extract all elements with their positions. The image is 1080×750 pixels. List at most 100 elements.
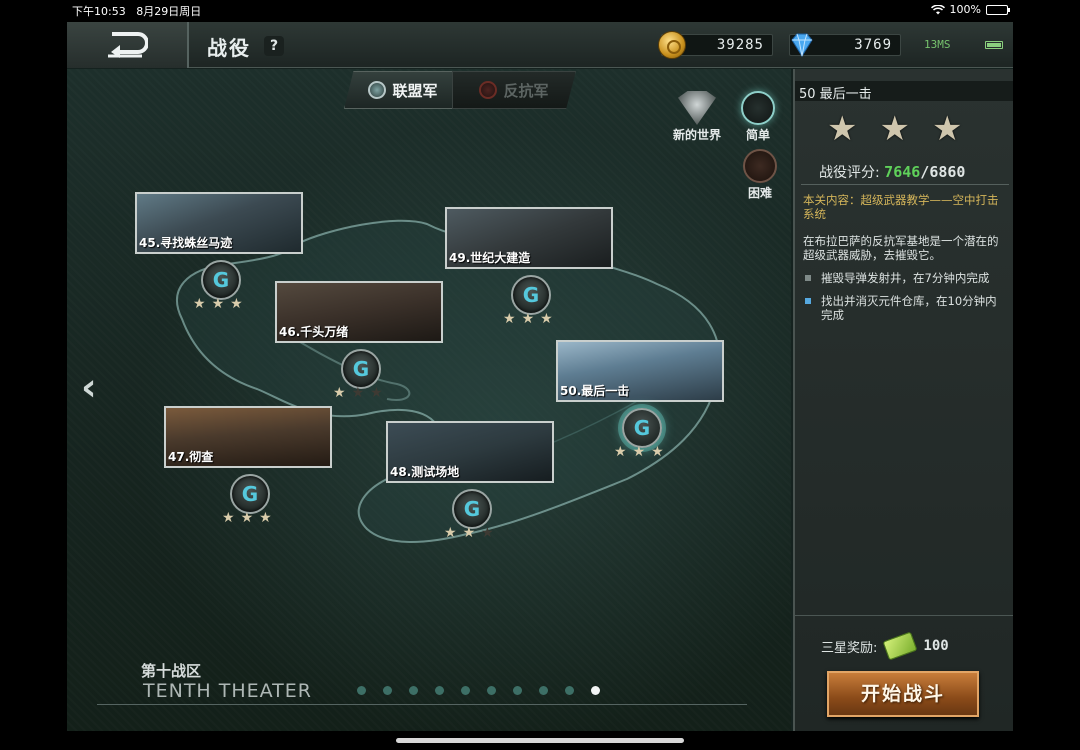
battery-icon [986,4,1010,15]
theater-name-en: TENTH THEATER [143,680,312,702]
status-time: 下午10:53 8月29日周日 [72,5,202,18]
pager-dot[interactable] [409,686,418,695]
wifi-icon [930,4,945,14]
reward-ticket-icon [882,631,918,661]
theater-pager [357,686,600,695]
mission-stars: ★ ★ ★ [333,385,383,401]
objective-bullet-icon [805,298,811,304]
mission-node-selected[interactable] [622,408,662,448]
tab-alliance[interactable]: 联盟军 [344,71,462,109]
top-bar: 战役 ? 39285 3769 13MS [67,22,1013,68]
back-button[interactable] [67,22,189,68]
star-icon: ★ [481,525,494,541]
mission-card[interactable]: 49.世纪大建造 [445,207,613,269]
mission-49: 49.世纪大建造 ★ ★ ★ [445,207,613,327]
faction-tabs: 联盟军 反抗军 [330,69,576,111]
pager-dot[interactable] [591,686,600,695]
pager-dot[interactable] [383,686,392,695]
star-icon: ★ [931,109,963,149]
mission-node[interactable] [452,489,492,529]
game-window: 战役 ? 39285 3769 13MS 联盟军 反抗军 新的世界 简单 困难 … [67,22,1013,731]
star-icon: ★ [240,510,254,526]
three-star-reward: 三星奖励: 100 [821,631,949,661]
home-indicator[interactable] [396,738,684,743]
pager-dot[interactable] [565,686,574,695]
star-icon: ★ [503,311,516,327]
star-icon: ★ [632,444,646,460]
theater-divider [97,704,747,705]
status-right: 100% [930,3,1010,16]
star-icon: ★ [540,311,553,327]
mission-detail-panel: 50 最后一击 ★ ★ ★ 战役评分: 7646/6860 本关内容：超级武器教学—… [793,69,1013,731]
pager-dot[interactable] [513,686,522,695]
mission-description: 在布拉巴萨的反抗军基地是一个潜在的超级武器威胁，去摧毁它。 [803,234,999,262]
mission-card[interactable]: 47.彻查 [164,406,332,468]
gold-counter: 39285 [658,31,773,59]
mission-card[interactable]: 45.寻找蛛丝马迹 [135,192,303,254]
latency-indicator: 13MS [924,38,951,51]
star-icon: ★ [614,444,627,460]
mission-card[interactable]: 46.千头万绪 [275,281,443,343]
pager-dot[interactable] [539,686,548,695]
help-button[interactable]: ? [264,36,284,56]
star-icon: ★ [230,296,243,312]
star-icon: ★ [259,510,272,526]
objective-item: 找出并消灭元件仓库，在10分钟内完成 [805,294,1005,322]
alliance-emblem-icon [368,81,387,99]
mission-rating-stars: ★ ★ ★ [827,109,962,149]
mission-node[interactable] [341,349,381,389]
battery-percent: 100% [949,3,981,16]
page-title: 战役 [207,36,251,60]
mission-title: 50 最后一击 [795,81,1013,102]
difficulty-hard[interactable]: 困难 [743,149,777,201]
theater-name-cn: 第十战区 [141,662,202,680]
mission-46: 46.千头万绪 ★ ★ ★ [275,281,443,401]
mission-stars: ★ ★ ★ [444,525,494,541]
back-arrow-icon [108,32,148,58]
mission-card[interactable]: 50.最后一击 [556,340,724,402]
game-battery-icon [985,41,1003,49]
gem-value: 3769 [854,37,892,53]
star-icon: ★ [462,525,476,541]
pager-dot[interactable] [487,686,496,695]
mission-node[interactable] [511,275,551,315]
star-icon: ★ [351,385,365,401]
pager-dot[interactable] [357,686,366,695]
rebel-emblem-icon [479,81,498,99]
mission-stars: ★ ★ ★ [503,311,553,327]
star-icon: ★ [333,385,346,401]
gem-counter: 3769 [789,33,901,57]
star-icon: ★ [211,296,225,312]
previous-theater-arrow[interactable]: ‹ [81,365,97,409]
mission-stars: ★ ★ ★ [193,296,243,312]
pager-dot[interactable] [435,686,444,695]
mission-47: 47.彻查 ★ ★ ★ [164,406,332,526]
mission-card[interactable]: 48.测试场地 [386,421,554,483]
mission-stars: ★ ★ ★ [614,444,664,460]
mission-48: 48.测试场地 ★ ★ ★ [386,421,554,541]
difficulty-new-world[interactable]: 新的世界 [673,91,721,143]
star-icon: ★ [521,311,535,327]
star-icon: ★ [193,296,206,312]
mission-node[interactable] [201,260,241,300]
mission-node[interactable] [230,474,270,514]
mission-45: 45.寻找蛛丝马迹 ★ ★ ★ [135,192,303,312]
star-icon: ★ [879,109,910,149]
difficulty-easy[interactable]: 简单 [741,91,775,143]
mission-content: 本关内容：超级武器教学——空中打击系统 [803,193,999,221]
score-current: 7646 [884,163,921,181]
score-total: /6860 [920,163,966,181]
gold-coin-icon [658,31,686,59]
campaign-score: 战役评分: 7646/6860 [819,163,966,181]
mission-stars: ★ ★ ★ [222,510,272,526]
star-icon: ★ [827,109,858,149]
mission-50: 50.最后一击 ★ ★ ★ [556,340,724,460]
system-status-bar: 下午10:53 8月29日周日 100% [0,0,1080,20]
pager-dot[interactable] [461,686,470,695]
panel-divider [801,184,1009,185]
tab-rebel[interactable]: 反抗军 [452,71,576,109]
star-icon: ★ [222,510,235,526]
start-battle-button[interactable]: 开始战斗 [827,671,979,717]
chevron-emblem-icon [678,91,716,125]
gold-value: 39285 [716,37,764,53]
